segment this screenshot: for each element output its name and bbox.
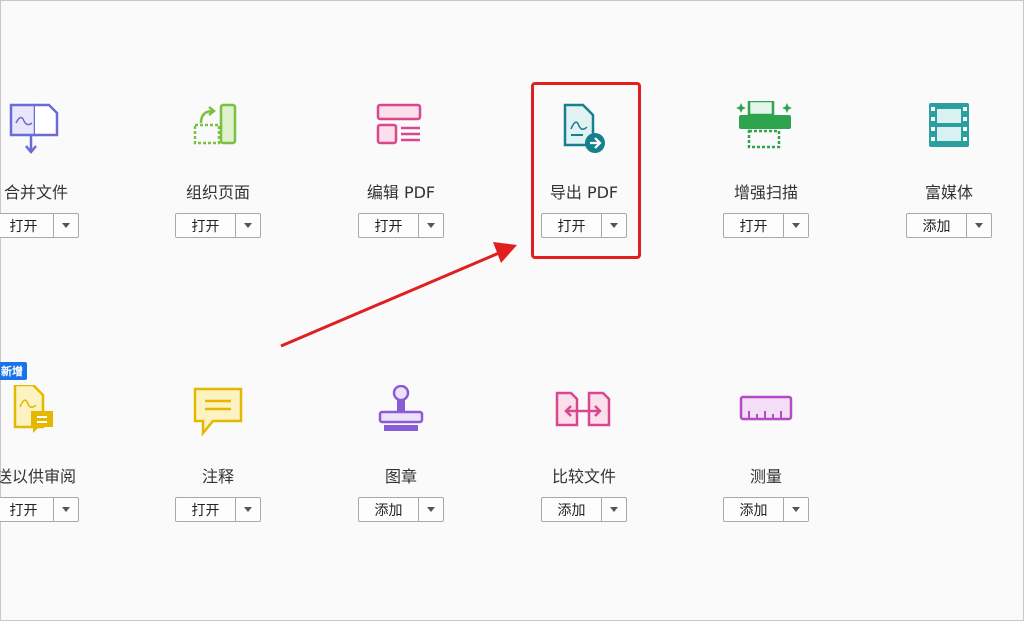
open-split-button[interactable]: 打开 bbox=[0, 213, 79, 238]
add-button[interactable]: 添加 bbox=[542, 498, 602, 521]
chevron-down-icon[interactable] bbox=[784, 498, 808, 521]
tool-comment[interactable]: 注释 打开 bbox=[138, 385, 298, 525]
tool-measure[interactable]: 测量 添加 bbox=[686, 385, 846, 525]
chevron-down-icon[interactable] bbox=[419, 498, 443, 521]
red-annotation-arrow bbox=[280, 242, 517, 348]
tool-combine-files[interactable]: 合并文件 打开 bbox=[0, 101, 116, 241]
chevron-down-icon[interactable] bbox=[54, 214, 78, 237]
edit-pdf-icon bbox=[366, 101, 436, 171]
tool-label: 送以供审阅 bbox=[0, 467, 76, 486]
open-button[interactable]: 打开 bbox=[176, 498, 236, 521]
open-split-button[interactable]: 打开 bbox=[175, 213, 261, 238]
tool-enhance-scan[interactable]: 增强扫描 打开 bbox=[686, 99, 846, 241]
organize-pages-icon bbox=[183, 101, 253, 171]
tool-edit-pdf[interactable]: 编辑 PDF 打开 bbox=[321, 101, 481, 241]
export-pdf-highlight-box bbox=[531, 82, 641, 259]
tool-rich-media[interactable]: 富媒体 添加 bbox=[869, 101, 1024, 241]
open-split-button[interactable]: 打开 bbox=[0, 497, 79, 522]
chevron-down-icon[interactable] bbox=[236, 214, 260, 237]
chevron-down-icon[interactable] bbox=[54, 498, 78, 521]
open-split-button[interactable]: 打开 bbox=[358, 213, 444, 238]
tools-panel: 合并文件 打开 组织页面 打开 编辑 PDF 打开 导出 PDF 打开 增强扫描… bbox=[0, 0, 1024, 621]
tool-send-for-review[interactable]: 新增 送以供审阅 打开 bbox=[0, 362, 116, 525]
tool-label: 测量 bbox=[749, 467, 782, 486]
tool-label: 注释 bbox=[201, 467, 234, 486]
tool-organize-pages[interactable]: 组织页面 打开 bbox=[138, 101, 298, 241]
open-button[interactable]: 打开 bbox=[0, 214, 54, 237]
add-split-button[interactable]: 添加 bbox=[541, 497, 627, 522]
combine-files-icon bbox=[1, 101, 71, 171]
stamp-icon bbox=[366, 384, 436, 455]
open-button[interactable]: 打开 bbox=[176, 214, 236, 237]
open-button[interactable]: 打开 bbox=[724, 214, 784, 237]
new-badge: 新增 bbox=[0, 362, 27, 380]
tool-stamp[interactable]: 图章 添加 bbox=[321, 384, 481, 525]
rich-media-icon bbox=[914, 101, 984, 171]
tool-label: 编辑 PDF bbox=[366, 183, 436, 202]
add-split-button[interactable]: 添加 bbox=[906, 213, 992, 238]
open-button[interactable]: 打开 bbox=[0, 498, 54, 521]
tool-label: 图章 bbox=[384, 467, 417, 486]
tool-label: 合并文件 bbox=[3, 183, 68, 202]
add-split-button[interactable]: 添加 bbox=[723, 497, 809, 522]
add-button[interactable]: 添加 bbox=[907, 214, 967, 237]
measure-icon bbox=[731, 385, 801, 455]
comment-icon bbox=[183, 385, 253, 455]
add-split-button[interactable]: 添加 bbox=[358, 497, 444, 522]
send-for-review-icon bbox=[1, 383, 71, 455]
chevron-down-icon[interactable] bbox=[602, 498, 626, 521]
tool-compare-files[interactable]: 比较文件 添加 bbox=[504, 385, 664, 525]
compare-files-icon bbox=[549, 385, 619, 455]
open-button[interactable]: 打开 bbox=[359, 214, 419, 237]
tool-label: 比较文件 bbox=[551, 467, 616, 486]
tool-label: 组织页面 bbox=[185, 183, 250, 202]
open-split-button[interactable]: 打开 bbox=[723, 213, 809, 238]
add-button[interactable]: 添加 bbox=[359, 498, 419, 521]
open-split-button[interactable]: 打开 bbox=[175, 497, 261, 522]
add-button[interactable]: 添加 bbox=[724, 498, 784, 521]
tool-label: 增强扫描 bbox=[733, 183, 798, 202]
chevron-down-icon[interactable] bbox=[419, 214, 443, 237]
enhance-scan-icon bbox=[731, 99, 801, 171]
chevron-down-icon[interactable] bbox=[236, 498, 260, 521]
tool-label: 富媒体 bbox=[924, 183, 973, 202]
chevron-down-icon[interactable] bbox=[967, 214, 991, 237]
chevron-down-icon[interactable] bbox=[784, 214, 808, 237]
